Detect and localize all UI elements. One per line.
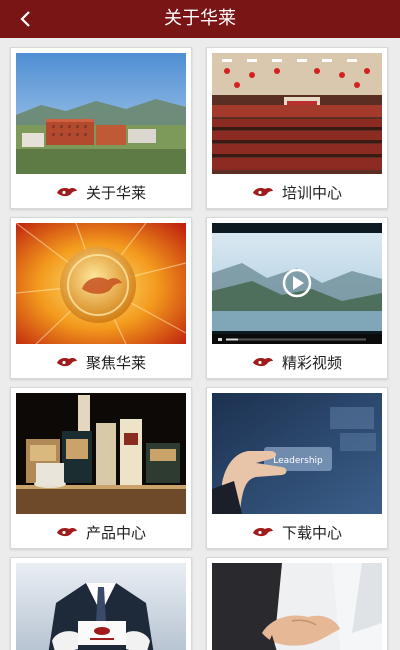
hualai-logo-icon <box>252 186 274 198</box>
hualai-logo-icon <box>56 356 78 368</box>
card-label: 培训中心 <box>281 183 342 202</box>
chevron-left-icon <box>20 11 30 27</box>
hualai-logo-icon <box>56 526 78 538</box>
hualai-logo-icon <box>252 356 274 368</box>
card-label: 产品中心 <box>85 523 146 542</box>
card-caption: 聚焦华莱 <box>11 347 191 377</box>
card-business-card[interactable] <box>10 557 192 650</box>
back-button[interactable] <box>10 0 40 38</box>
card-products[interactable]: 产品中心 <box>10 387 192 549</box>
card-videos[interactable]: 精彩视频 <box>206 217 388 379</box>
hualai-logo-icon <box>56 186 78 198</box>
hualai-logo-icon <box>252 526 274 538</box>
card-caption: 关于华莱 <box>11 177 191 207</box>
focus-image <box>16 223 186 344</box>
training-image <box>212 53 382 174</box>
card-handshake[interactable] <box>206 557 388 650</box>
card-about[interactable]: 关于华莱 <box>10 47 192 209</box>
card-caption: 精彩视频 <box>207 347 387 377</box>
card-label: 下载中心 <box>281 523 342 542</box>
products-image <box>16 393 186 514</box>
card-label: 精彩视频 <box>281 353 342 372</box>
card-caption: 培训中心 <box>207 177 387 207</box>
video-thumbnail <box>212 223 382 344</box>
card-label: 关于华莱 <box>85 183 146 202</box>
downloads-image: Leadership <box>212 393 382 514</box>
leadership-text: Leadership <box>273 456 323 466</box>
card-training-center[interactable]: 培训中心 <box>206 47 388 209</box>
business-card-image <box>16 563 186 650</box>
handshake-image <box>212 563 382 650</box>
about-image <box>16 53 186 174</box>
app-header: 关于华莱 <box>0 0 400 38</box>
card-focus[interactable]: 聚焦华莱 <box>10 217 192 379</box>
card-caption: 下载中心 <box>207 517 387 547</box>
card-label: 聚焦华莱 <box>85 353 146 372</box>
card-downloads[interactable]: Leadership 下载中心 <box>206 387 388 549</box>
page-title: 关于华莱 <box>164 8 236 29</box>
card-caption: 产品中心 <box>11 517 191 547</box>
